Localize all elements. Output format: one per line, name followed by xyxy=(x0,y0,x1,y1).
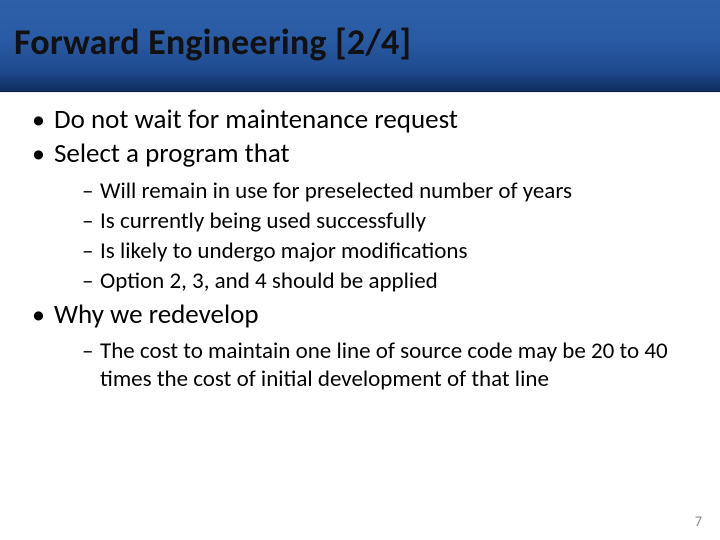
bullet-item: Do not wait for maintenance request xyxy=(32,104,702,136)
sub-bullet-item: Is likely to undergo major modifications xyxy=(82,237,702,265)
sub-bullet-item: Option 2, 3, and 4 should be applied xyxy=(82,267,702,295)
bullet-text: Do not wait for maintenance request xyxy=(54,103,458,136)
bullet-text: Why we redevelop xyxy=(54,298,259,331)
sub-bullet-text: Will remain in use for preselected numbe… xyxy=(100,177,572,205)
sub-bullet-text: The cost to maintain one line of source … xyxy=(100,337,668,393)
sub-bullet-text: Option 2, 3, and 4 should be applied xyxy=(100,267,438,295)
slide-title: Forward Engineering [2/4] xyxy=(14,20,411,64)
bullet-list-level2: The cost to maintain one line of source … xyxy=(54,337,702,393)
sub-bullet-item: Will remain in use for preselected numbe… xyxy=(82,177,702,205)
bullet-list-level2: Will remain in use for preselected numbe… xyxy=(54,177,702,295)
sub-bullet-text: Is likely to undergo major modifications xyxy=(100,237,467,265)
bullet-item: Why we redevelop The cost to maintain on… xyxy=(32,299,702,393)
slide-content: Do not wait for maintenance request Sele… xyxy=(0,92,720,393)
sub-bullet-text: Is currently being used successfully xyxy=(100,207,426,235)
page-number: 7 xyxy=(695,513,702,530)
bullet-item: Select a program that Will remain in use… xyxy=(32,138,702,295)
slide-title-bar: Forward Engineering [2/4] xyxy=(0,0,720,92)
sub-bullet-item: Is currently being used successfully xyxy=(82,207,702,235)
bullet-list-level1: Do not wait for maintenance request Sele… xyxy=(18,104,702,393)
sub-bullet-item: The cost to maintain one line of source … xyxy=(82,337,702,393)
bullet-text: Select a program that xyxy=(54,137,290,170)
